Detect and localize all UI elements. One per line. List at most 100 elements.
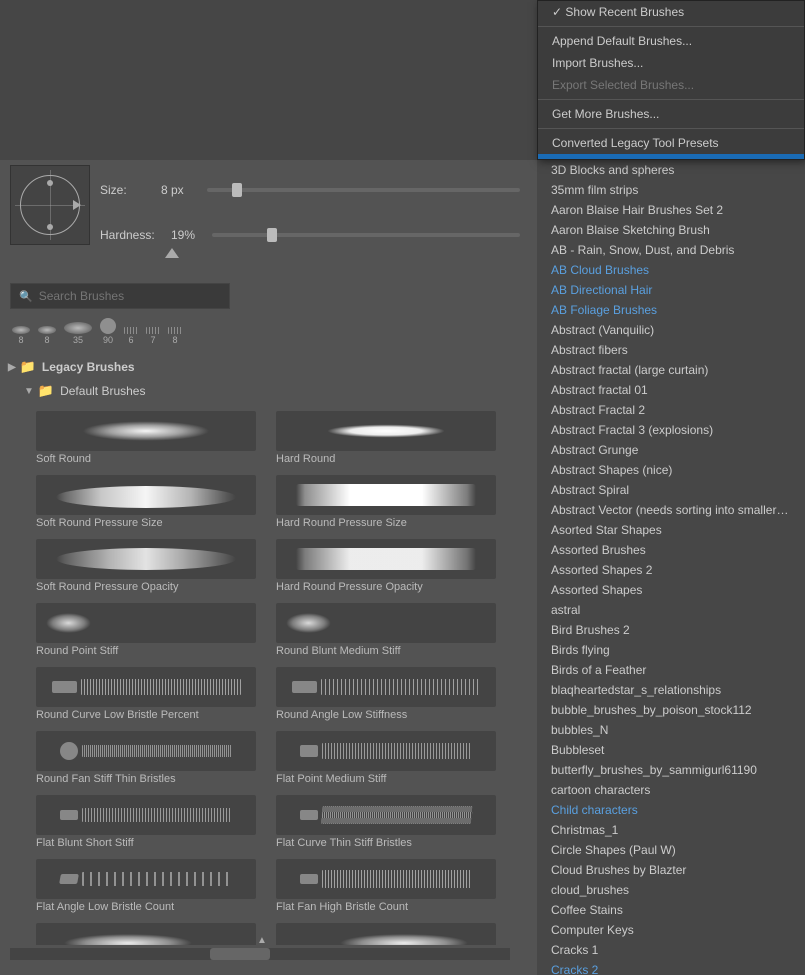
brush-cell-fbss[interactable]: Flat Blunt Short Stiff [32,791,272,853]
h-scrollbar-thumb[interactable] [210,948,270,960]
preset-small-6[interactable]: 6 [124,327,138,345]
library-item-10[interactable]: Abstract fractal (large curtain) [537,360,805,380]
dropdown-get-more[interactable]: Get More Brushes... [538,103,804,125]
brush-cell-srrhp[interactable]: Soft Round Right Hand Pose [272,919,512,945]
library-item-36[interactable]: cloud_brushes [537,880,805,900]
library-item-33[interactable]: Christmas_1 [537,820,805,840]
library-item-37[interactable]: Coffee Stains [537,900,805,920]
brush-preview-fbss [36,795,256,835]
brush-preview-srpo [36,539,256,579]
brush-preview-srlhp [36,923,256,945]
library-item-40[interactable]: Cracks 2 [537,960,805,975]
library-item-13[interactable]: Abstract Fractal 3 (explosions) [537,420,805,440]
library-item-17[interactable]: Abstract Vector (needs sorting into smal… [537,500,805,520]
dropdown-legacy-brushes[interactable]: Legacy Brushes [538,154,804,160]
library-item-28[interactable]: bubbles_N [537,720,805,740]
library-item-15[interactable]: Abstract Shapes (nice) [537,460,805,480]
folder-legacy-brushes[interactable]: ▶ 📁 Legacy Brushes [0,355,520,379]
size-slider-thumb[interactable] [232,183,242,197]
search-input[interactable] [39,289,221,303]
preset-5-size: 6 [128,335,133,345]
brush-cell-hrpo[interactable]: Hard Round Pressure Opacity [272,535,512,597]
library-item-14[interactable]: Abstract Grunge [537,440,805,460]
preset-medium-35[interactable]: 35 [64,322,92,345]
library-item-25[interactable]: Birds of a Feather [537,660,805,680]
brush-cell-rbms[interactable]: Round Blunt Medium Stiff [272,599,512,661]
library-item-21[interactable]: Assorted Shapes [537,580,805,600]
dropdown-append-default[interactable]: Append Default Brushes... [538,30,804,52]
dropdown-import[interactable]: Import Brushes... [538,52,804,74]
brush-cell-hrps[interactable]: Hard Round Pressure Size [272,471,512,533]
brush-cell-fctsb[interactable]: Flat Curve Thin Stiff Bristles [272,791,512,853]
library-item-16[interactable]: Abstract Spiral [537,480,805,500]
library-item-7[interactable]: AB Foliage Brushes [537,300,805,320]
dropdown-menu: Show Recent Brushes Append Default Brush… [537,0,805,160]
brush-cell-rals[interactable]: Round Angle Low Stiffness [272,663,512,725]
library-item-12[interactable]: Abstract Fractal 2 [537,400,805,420]
brush-cell-rps[interactable]: Round Point Stiff [32,599,272,661]
library-item-39[interactable]: Cracks 1 [537,940,805,960]
size-slider-track[interactable] [207,188,520,192]
library-item-27[interactable]: bubble_brushes_by_poison_stock112 [537,700,805,720]
brush-cell-soft-round[interactable]: Soft Round [32,407,272,469]
hardness-slider-thumb[interactable] [267,228,277,242]
dropdown-converted-legacy[interactable]: Converted Legacy Tool Presets [538,132,804,154]
brush-name-rals: Round Angle Low Stiffness [276,709,407,721]
folder-default-brushes[interactable]: ▼ 📁 Default Brushes [0,379,520,403]
library-item-34[interactable]: Circle Shapes (Paul W) [537,840,805,860]
brush-cell-srpo[interactable]: Soft Round Pressure Opacity [32,535,272,597]
library-item-38[interactable]: Computer Keys [537,920,805,940]
preset-3-size: 35 [73,335,83,345]
brush-preview-rbms [276,603,496,643]
brush-cell-rclbp[interactable]: Round Curve Low Bristle Percent [32,663,272,725]
brush-preview-rals [276,667,496,707]
preset-soft-8[interactable]: 8 [12,326,30,345]
brush-name-srpo: Soft Round Pressure Opacity [36,581,178,593]
library-item-31[interactable]: cartoon characters [537,780,805,800]
brush-cell-falbc[interactable]: Flat Angle Low Bristle Count [32,855,272,917]
search-bar[interactable]: 🔍 [10,283,230,309]
brush-presets-row: 8 8 35 90 6 7 8 [12,318,182,345]
brush-cell-fpms[interactable]: Flat Point Medium Stiff [272,727,512,789]
library-item-11[interactable]: Abstract fractal 01 [537,380,805,400]
library-item-6[interactable]: AB Directional Hair [537,280,805,300]
scroll-up-button[interactable]: ▲ [255,933,269,947]
library-item-0[interactable]: 3D Blocks and spheres [537,160,805,180]
library-item-1[interactable]: 35mm film strips [537,180,805,200]
library-item-19[interactable]: Assorted Brushes [537,540,805,560]
library-item-35[interactable]: Cloud Brushes by Blazter [537,860,805,880]
preset-small-8[interactable]: 8 [168,327,182,345]
brush-row-1: Soft Round Pressure Size Hard Round Pres… [32,471,512,533]
size-label: Size: [100,183,155,197]
library-item-24[interactable]: Birds flying [537,640,805,660]
library-item-29[interactable]: Bubbleset [537,740,805,760]
library-item-3[interactable]: Aaron Blaise Sketching Brush [537,220,805,240]
preset-hard-90[interactable]: 90 [100,318,116,345]
library-item-8[interactable]: Abstract (Vanquilic) [537,320,805,340]
library-item-32[interactable]: Child characters [537,800,805,820]
library-item-18[interactable]: Asorted Star Shapes [537,520,805,540]
brush-cell-srps[interactable]: Soft Round Pressure Size [32,471,272,533]
library-item-4[interactable]: AB - Rain, Snow, Dust, and Debris [537,240,805,260]
brush-row-6: Flat Blunt Short Stiff Flat Curve Thin S… [32,791,512,853]
brush-cell-rfstb[interactable]: Round Fan Stiff Thin Bristles [32,727,272,789]
library-item-22[interactable]: astral [537,600,805,620]
preset-soft-8b[interactable]: 8 [38,326,56,345]
library-item-30[interactable]: butterfly_brushes_by_sammigurl61190 [537,760,805,780]
preset-6-size: 7 [150,335,155,345]
library-item-9[interactable]: Abstract fibers [537,340,805,360]
hardness-slider-track[interactable] [212,233,520,237]
brush-preview-hrpo [276,539,496,579]
brush-cell-hard-round[interactable]: Hard Round [272,407,512,469]
preset-small-7[interactable]: 7 [146,327,160,345]
library-item-2[interactable]: Aaron Blaise Hair Brushes Set 2 [537,200,805,220]
h-scrollbar-track[interactable] [10,948,510,960]
brush-preview-fctsb [276,795,496,835]
brush-cell-srlhp[interactable]: Soft Round Left Hand Pose [32,919,272,945]
library-item-23[interactable]: Bird Brushes 2 [537,620,805,640]
library-item-5[interactable]: AB Cloud Brushes [537,260,805,280]
brush-cell-ffhbc[interactable]: Flat Fan High Bristle Count [272,855,512,917]
dropdown-show-recent[interactable]: Show Recent Brushes [538,1,804,23]
library-item-26[interactable]: blaqheartedstar_s_relationships [537,680,805,700]
library-item-20[interactable]: Assorted Shapes 2 [537,560,805,580]
